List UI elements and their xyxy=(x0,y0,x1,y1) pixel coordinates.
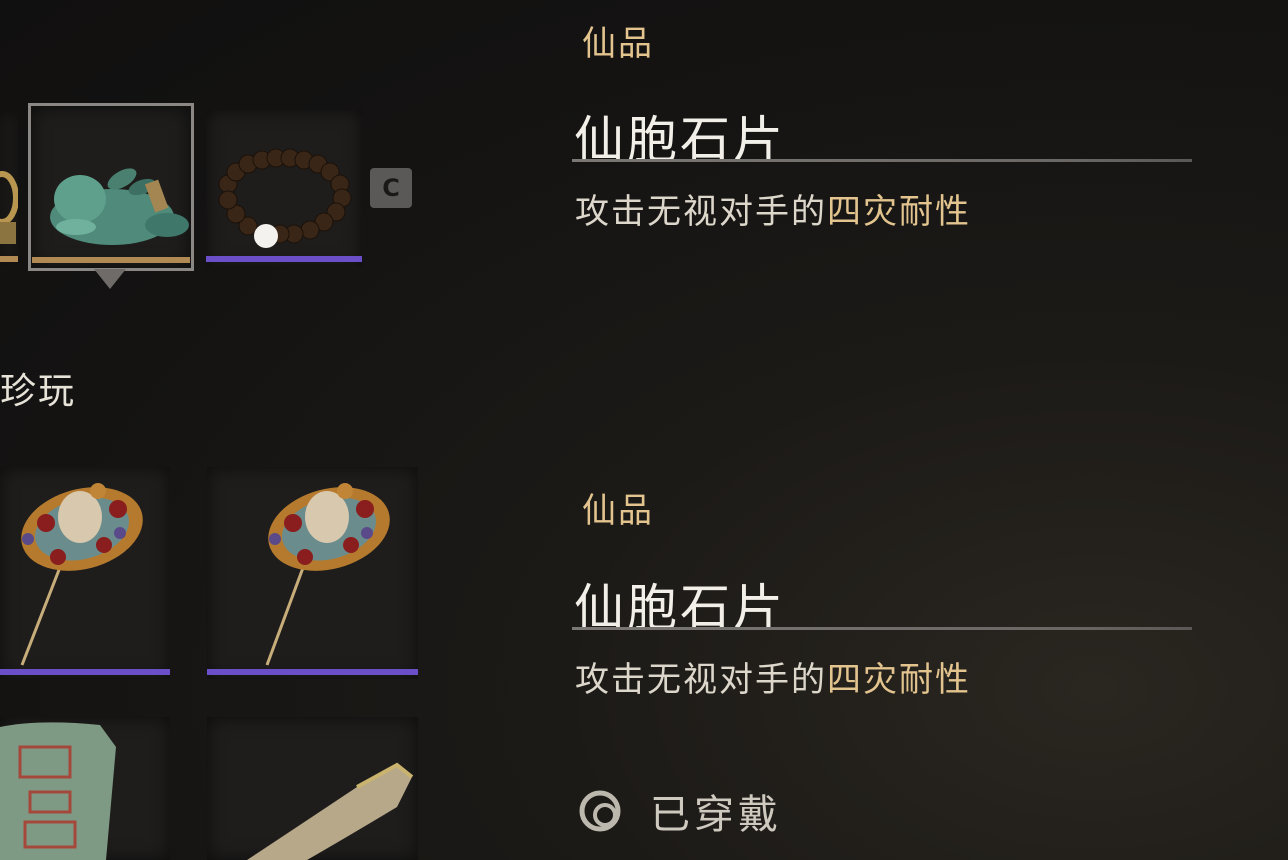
item-slot-ring[interactable] xyxy=(0,110,18,266)
quality-bar xyxy=(0,256,18,262)
equipped-ring-icon xyxy=(579,790,621,832)
item-slot-hairpin-1[interactable] xyxy=(0,467,170,679)
item-rarity: 仙品 xyxy=(582,24,654,64)
description-text: 攻击无视对手的 xyxy=(575,192,827,232)
key-hint-badge: C xyxy=(370,168,412,208)
quality-bar xyxy=(0,669,170,675)
gold-ring-icon xyxy=(0,171,18,244)
item-slot-hairpin-2[interactable] xyxy=(207,467,418,679)
prayer-beads-icon xyxy=(218,148,352,248)
name-divider xyxy=(572,627,1192,630)
item-description: 攻击无视对手的四灾耐性 xyxy=(575,184,971,233)
quality-bar xyxy=(206,256,362,262)
item-slot-prayer-beads[interactable] xyxy=(206,110,362,266)
description-highlight: 四灾耐性 xyxy=(827,660,971,700)
item-slot-jade-seal[interactable] xyxy=(0,717,170,860)
section-label: 珍玩 xyxy=(0,371,77,412)
name-divider xyxy=(572,159,1192,162)
equipped-status: 已穿戴 xyxy=(578,782,782,840)
item-description: 攻击无视对手的四灾耐性 xyxy=(575,652,971,701)
selection-frame xyxy=(28,103,194,271)
item-slot-bone-flute[interactable] xyxy=(207,717,418,860)
item-rarity: 仙品 xyxy=(582,491,654,531)
description-text: 攻击无视对手的 xyxy=(575,660,827,700)
equipped-label: 已穿戴 xyxy=(650,792,782,838)
hairpin-icon xyxy=(20,483,143,666)
bone-flute-icon xyxy=(247,762,414,860)
quality-bar xyxy=(207,669,418,675)
hairpin-icon xyxy=(265,483,390,666)
selection-pointer xyxy=(94,269,126,289)
jade-seal-icon xyxy=(0,722,116,860)
description-highlight: 四灾耐性 xyxy=(827,192,971,232)
